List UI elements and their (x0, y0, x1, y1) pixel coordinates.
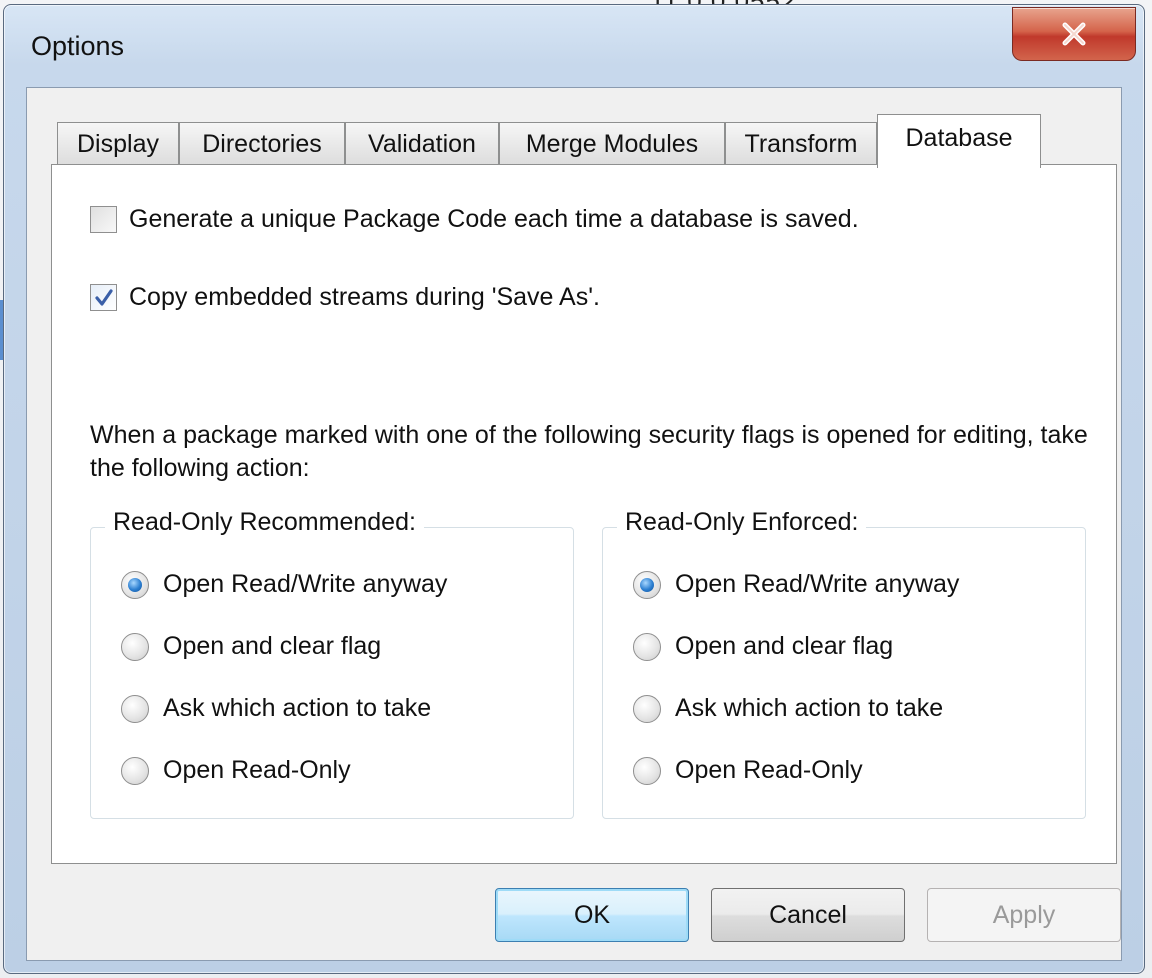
enforced-open-read-write-option[interactable]: Open Read/Write anyway (633, 570, 959, 599)
database-tab-panel: Generate a unique Package Code each time… (51, 164, 1117, 864)
apply-button[interactable]: Apply (927, 888, 1121, 942)
unique-package-code-checkbox[interactable] (90, 206, 117, 233)
enforced-ask-action-option[interactable]: Ask which action to take (633, 694, 943, 723)
options-dialog: Options Display Directories Validation M… (3, 4, 1145, 974)
read-only-enforced-group: Read-Only Enforced: Open Read/Write anyw… (602, 508, 1086, 819)
enforced-open-read-only-radio[interactable] (633, 756, 661, 785)
tab-directories[interactable]: Directories (179, 122, 345, 166)
recommended-open-read-only-label: Open Read-Only (163, 756, 351, 784)
read-only-recommended-title: Read-Only Recommended: (105, 508, 424, 537)
copy-streams-label: Copy embedded streams during 'Save As'. (129, 283, 600, 311)
window-title: Options (31, 31, 125, 61)
close-button[interactable] (1012, 7, 1136, 61)
enforced-open-read-write-radio[interactable] (633, 570, 661, 599)
tab-transform[interactable]: Transform (725, 122, 877, 166)
recommended-open-read-only-option[interactable]: Open Read-Only (121, 756, 351, 785)
recommended-open-read-only-radio[interactable] (121, 756, 149, 785)
enforced-open-clear-flag-option[interactable]: Open and clear flag (633, 632, 893, 661)
security-flags-description: When a package marked with one of the fo… (90, 421, 1088, 482)
enforced-open-read-only-label: Open Read-Only (675, 756, 863, 784)
copy-streams-checkbox[interactable] (90, 284, 117, 311)
recommended-open-clear-flag-label: Open and clear flag (163, 632, 382, 660)
enforced-open-read-write-label: Open Read/Write anyway (675, 570, 960, 598)
recommended-ask-action-label: Ask which action to take (163, 694, 432, 722)
enforced-open-clear-flag-label: Open and clear flag (675, 632, 894, 660)
unique-package-code-label: Generate a unique Package Code each time… (129, 205, 859, 233)
tab-display[interactable]: Display (57, 122, 179, 166)
checkmark-icon (94, 288, 113, 306)
tab-validation[interactable]: Validation (345, 122, 499, 166)
title-bar[interactable]: Options (4, 5, 1144, 87)
enforced-ask-action-radio[interactable] (633, 694, 661, 723)
copy-streams-option[interactable]: Copy embedded streams during 'Save As'. (90, 283, 600, 312)
enforced-open-read-only-option[interactable]: Open Read-Only (633, 756, 863, 785)
recommended-open-read-write-label: Open Read/Write anyway (163, 570, 448, 598)
tab-database[interactable]: Database (877, 114, 1041, 168)
read-only-enforced-title: Read-Only Enforced: (617, 508, 867, 537)
recommended-ask-action-radio[interactable] (121, 694, 149, 723)
close-x-icon (1062, 22, 1086, 46)
recommended-ask-action-option[interactable]: Ask which action to take (121, 694, 431, 723)
ok-button[interactable]: OK (495, 888, 689, 942)
cancel-button[interactable]: Cancel (711, 888, 905, 942)
enforced-ask-action-label: Ask which action to take (675, 694, 944, 722)
tab-merge-modules[interactable]: Merge Modules (499, 122, 725, 166)
recommended-open-clear-flag-option[interactable]: Open and clear flag (121, 632, 381, 661)
recommended-open-read-write-option[interactable]: Open Read/Write anyway (121, 570, 447, 599)
enforced-open-clear-flag-radio[interactable] (633, 632, 661, 661)
read-only-recommended-group: Read-Only Recommended: Open Read/Write a… (90, 508, 574, 819)
dialog-client-area: Display Directories Validation Merge Mod… (26, 87, 1122, 961)
recommended-open-clear-flag-radio[interactable] (121, 632, 149, 661)
recommended-open-read-write-radio[interactable] (121, 570, 149, 599)
unique-package-code-option[interactable]: Generate a unique Package Code each time… (90, 205, 859, 234)
